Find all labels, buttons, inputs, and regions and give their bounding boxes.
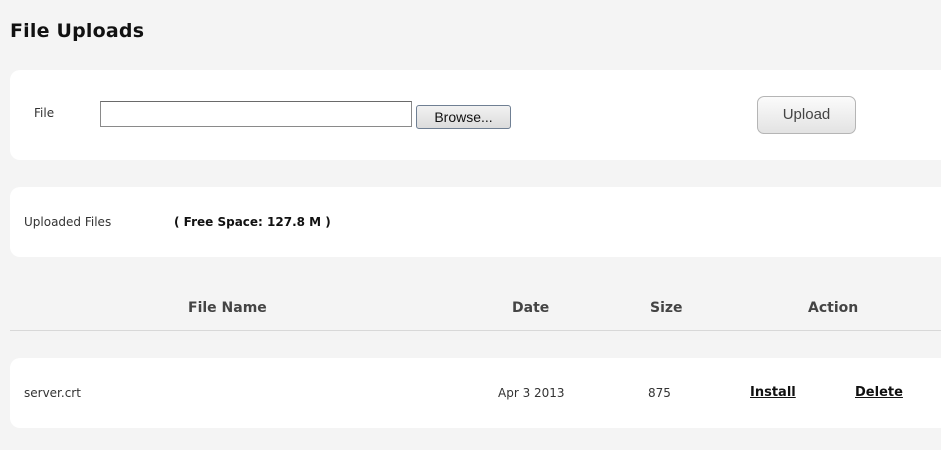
- page-title: File Uploads: [10, 20, 145, 42]
- uploaded-files-label: Uploaded Files: [24, 215, 112, 229]
- delete-link[interactable]: Delete: [855, 385, 903, 400]
- file-size-cell: 875: [648, 386, 671, 400]
- column-header-file-name: File Name: [188, 300, 267, 316]
- files-table-header: File Name Date Size Action: [10, 282, 941, 331]
- install-link[interactable]: Install: [750, 385, 796, 400]
- table-row: server.crt Apr 3 2013 875 Install Delete: [10, 358, 941, 428]
- upload-button[interactable]: Upload: [757, 96, 856, 134]
- file-label: File: [34, 106, 55, 120]
- browse-button[interactable]: Browse...: [416, 105, 511, 129]
- column-header-date: Date: [512, 300, 550, 316]
- upload-panel: File Browse... Upload: [10, 70, 941, 160]
- free-space-text: ( Free Space: 127.8 M ): [174, 215, 331, 229]
- uploaded-files-panel: Uploaded Files ( Free Space: 127.8 M ): [10, 187, 941, 257]
- file-path-input[interactable]: [100, 101, 412, 127]
- file-date-cell: Apr 3 2013: [498, 386, 565, 400]
- column-header-action: Action: [808, 300, 859, 316]
- file-name-cell: server.crt: [24, 386, 81, 400]
- column-header-size: Size: [650, 300, 683, 316]
